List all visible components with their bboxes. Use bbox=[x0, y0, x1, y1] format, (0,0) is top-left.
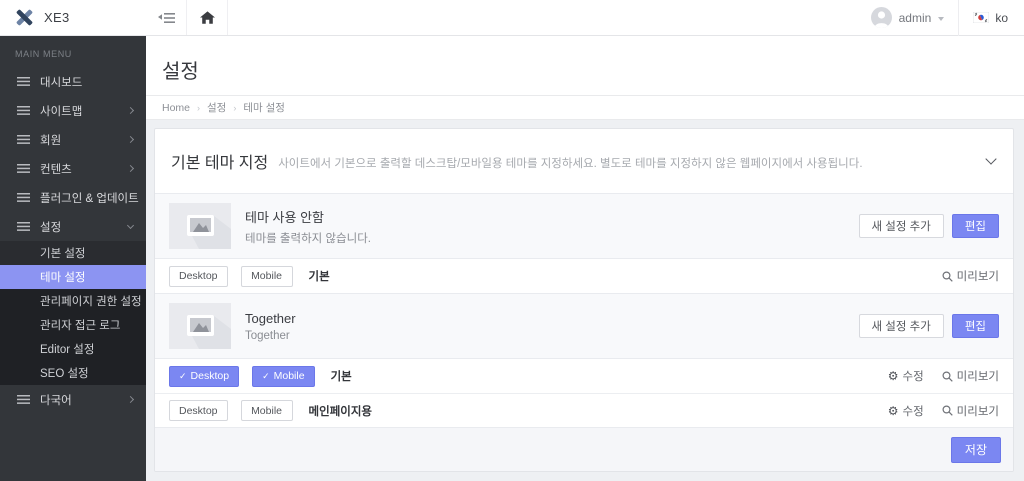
check-icon: ✓ bbox=[262, 371, 270, 382]
user-menu[interactable]: admin bbox=[857, 0, 959, 35]
theme-text: 테마 사용 안함 테마를 출력하지 않습니다. bbox=[245, 207, 371, 246]
username: admin bbox=[899, 11, 932, 25]
sidebar-item-dashboard[interactable]: 대시보드 bbox=[0, 67, 146, 96]
sidebar-subitem-theme-settings[interactable]: 테마 설정 bbox=[0, 265, 146, 289]
menu-lines-icon bbox=[17, 102, 30, 120]
theme-row-together: Together Together 새 설정 추가 편집 bbox=[155, 293, 1013, 359]
sidebar-subitem-admin-permissions[interactable]: 관리페이지 권한 설정 bbox=[0, 289, 146, 313]
add-setting-button[interactable]: 새 설정 추가 bbox=[859, 214, 944, 238]
home-button[interactable] bbox=[187, 0, 228, 35]
language-selector[interactable]: ko bbox=[959, 0, 1024, 35]
menu-lines-icon bbox=[17, 189, 30, 207]
sidebar-subitem-seo-settings[interactable]: SEO 설정 bbox=[0, 361, 146, 385]
mobile-toggle-button[interactable]: Mobile bbox=[241, 400, 293, 421]
sidebar-item-multilingual[interactable]: 다국어 bbox=[0, 385, 146, 414]
page-title: 설정 bbox=[162, 55, 1024, 84]
chevron-right-icon bbox=[127, 165, 134, 172]
collapse-panel-icon[interactable] bbox=[985, 153, 996, 164]
breadcrumb: Home › 설정 › 테마 설정 bbox=[146, 95, 1024, 120]
breadcrumb-separator-icon: › bbox=[233, 103, 236, 113]
collapse-sidebar-button[interactable] bbox=[146, 0, 187, 35]
collapse-menu-icon bbox=[158, 12, 175, 24]
save-button[interactable]: 저장 bbox=[951, 437, 1001, 463]
gear-icon: ⚙ bbox=[888, 405, 899, 417]
user-avatar bbox=[871, 7, 892, 28]
setting-name: 메인페이지용 bbox=[309, 403, 372, 419]
menu-lines-icon bbox=[17, 218, 30, 236]
sidebar-item-plugins[interactable]: 플러그인 & 업데이트 bbox=[0, 183, 146, 212]
default-theme-panel: 기본 테마 지정 사이트에서 기본으로 출력할 데스크탑/모바일용 테마를 지정… bbox=[154, 128, 1014, 472]
theme-thumbnail-placeholder bbox=[169, 303, 231, 349]
theme-description: Together bbox=[245, 330, 296, 342]
setting-name: 기본 bbox=[331, 368, 352, 384]
preview-link[interactable]: 미리보기 bbox=[942, 403, 999, 419]
modify-link[interactable]: ⚙ 수정 bbox=[888, 368, 924, 384]
panel-header: 기본 테마 지정 사이트에서 기본으로 출력할 데스크탑/모바일용 테마를 지정… bbox=[155, 129, 1013, 193]
gear-icon: ⚙ bbox=[888, 370, 899, 382]
chevron-down-icon bbox=[938, 17, 944, 21]
main-content: 설정 Home › 설정 › 테마 설정 기본 테마 지정 사이트에서 기본으로… bbox=[146, 36, 1024, 481]
theme-text: Together Together bbox=[245, 311, 296, 342]
brand-header[interactable]: XE3 bbox=[0, 0, 146, 36]
sidebar-item-settings[interactable]: 설정 bbox=[0, 212, 146, 241]
theme-name: Together bbox=[245, 311, 296, 326]
chevron-right-icon bbox=[127, 107, 134, 114]
breadcrumb-theme-settings[interactable]: 테마 설정 bbox=[243, 100, 285, 115]
theme-row-none: 테마 사용 안함 테마를 출력하지 않습니다. 새 설정 추가 편집 bbox=[155, 193, 1013, 259]
edit-button[interactable]: 편집 bbox=[952, 314, 999, 338]
panel-description: 사이트에서 기본으로 출력할 데스크탑/모바일용 테마를 지정하세요. 별도로 … bbox=[278, 155, 862, 171]
sidebar-section-label: MAIN MENU bbox=[0, 36, 146, 67]
sidebar-subitem-basic-settings[interactable]: 기본 설정 bbox=[0, 241, 146, 265]
sidebar-item-sitemap[interactable]: 사이트맵 bbox=[0, 96, 146, 125]
add-setting-button[interactable]: 새 설정 추가 bbox=[859, 314, 944, 338]
modify-link[interactable]: ⚙ 수정 bbox=[888, 403, 924, 419]
check-icon: ✓ bbox=[179, 371, 187, 382]
chevron-right-icon bbox=[127, 396, 134, 403]
panel-title: 기본 테마 지정 bbox=[171, 149, 268, 173]
setting-row-default-together: ✓Desktop ✓Mobile 기본 ⚙ 수정 미리보기 bbox=[155, 359, 1013, 393]
preview-link[interactable]: 미리보기 bbox=[942, 368, 999, 384]
page-header: 설정 bbox=[146, 36, 1024, 95]
topbar-right: admin ko bbox=[857, 0, 1024, 35]
panel-footer: 저장 bbox=[155, 427, 1013, 471]
brand-name: XE3 bbox=[44, 10, 69, 25]
breadcrumb-separator-icon: › bbox=[197, 103, 200, 113]
menu-lines-icon bbox=[17, 160, 30, 178]
breadcrumb-settings[interactable]: 설정 bbox=[207, 100, 226, 115]
korea-flag-icon bbox=[973, 12, 989, 23]
topbar: admin ko bbox=[146, 0, 1024, 36]
theme-description: 테마를 출력하지 않습니다. bbox=[245, 230, 371, 246]
chevron-down-icon bbox=[127, 222, 134, 229]
language-code: ko bbox=[995, 11, 1008, 25]
menu-lines-icon bbox=[17, 391, 30, 409]
sidebar-item-members[interactable]: 회원 bbox=[0, 125, 146, 154]
sidebar: MAIN MENU 대시보드 사이트맵 회원 컨텐츠 플러그인 & 업데이트 bbox=[0, 36, 146, 481]
mobile-toggle-button[interactable]: Mobile bbox=[241, 266, 293, 287]
desktop-toggle-button[interactable]: Desktop bbox=[169, 266, 228, 287]
settings-submenu: 기본 설정 테마 설정 관리페이지 권한 설정 관리자 접근 로그 Editor… bbox=[0, 241, 146, 385]
setting-row-default: Desktop Mobile 기본 미리보기 bbox=[155, 259, 1013, 293]
search-icon bbox=[942, 371, 953, 382]
home-icon bbox=[200, 11, 215, 25]
sidebar-subitem-admin-access-log[interactable]: 관리자 접근 로그 bbox=[0, 313, 146, 337]
setting-row-mainpage: Desktop Mobile 메인페이지용 ⚙ 수정 미리보기 bbox=[155, 393, 1013, 427]
desktop-toggle-button[interactable]: Desktop bbox=[169, 400, 228, 421]
sidebar-item-contents[interactable]: 컨텐츠 bbox=[0, 154, 146, 183]
admin-app: XE3 bbox=[0, 0, 1024, 481]
search-icon bbox=[942, 405, 953, 416]
sidebar-subitem-editor-settings[interactable]: Editor 설정 bbox=[0, 337, 146, 361]
menu-lines-icon bbox=[17, 73, 30, 91]
menu-lines-icon bbox=[17, 131, 30, 149]
breadcrumb-home[interactable]: Home bbox=[162, 102, 190, 114]
setting-name: 기본 bbox=[309, 268, 330, 284]
search-icon bbox=[942, 271, 953, 282]
edit-button[interactable]: 편집 bbox=[952, 214, 999, 238]
chevron-right-icon bbox=[127, 136, 134, 143]
theme-thumbnail-placeholder bbox=[169, 203, 231, 249]
preview-link[interactable]: 미리보기 bbox=[942, 268, 999, 284]
desktop-toggle-button[interactable]: ✓Desktop bbox=[169, 366, 239, 387]
mobile-toggle-button[interactable]: ✓Mobile bbox=[252, 366, 314, 387]
theme-name: 테마 사용 안함 bbox=[245, 207, 371, 226]
xe3-logo-icon bbox=[14, 7, 35, 28]
